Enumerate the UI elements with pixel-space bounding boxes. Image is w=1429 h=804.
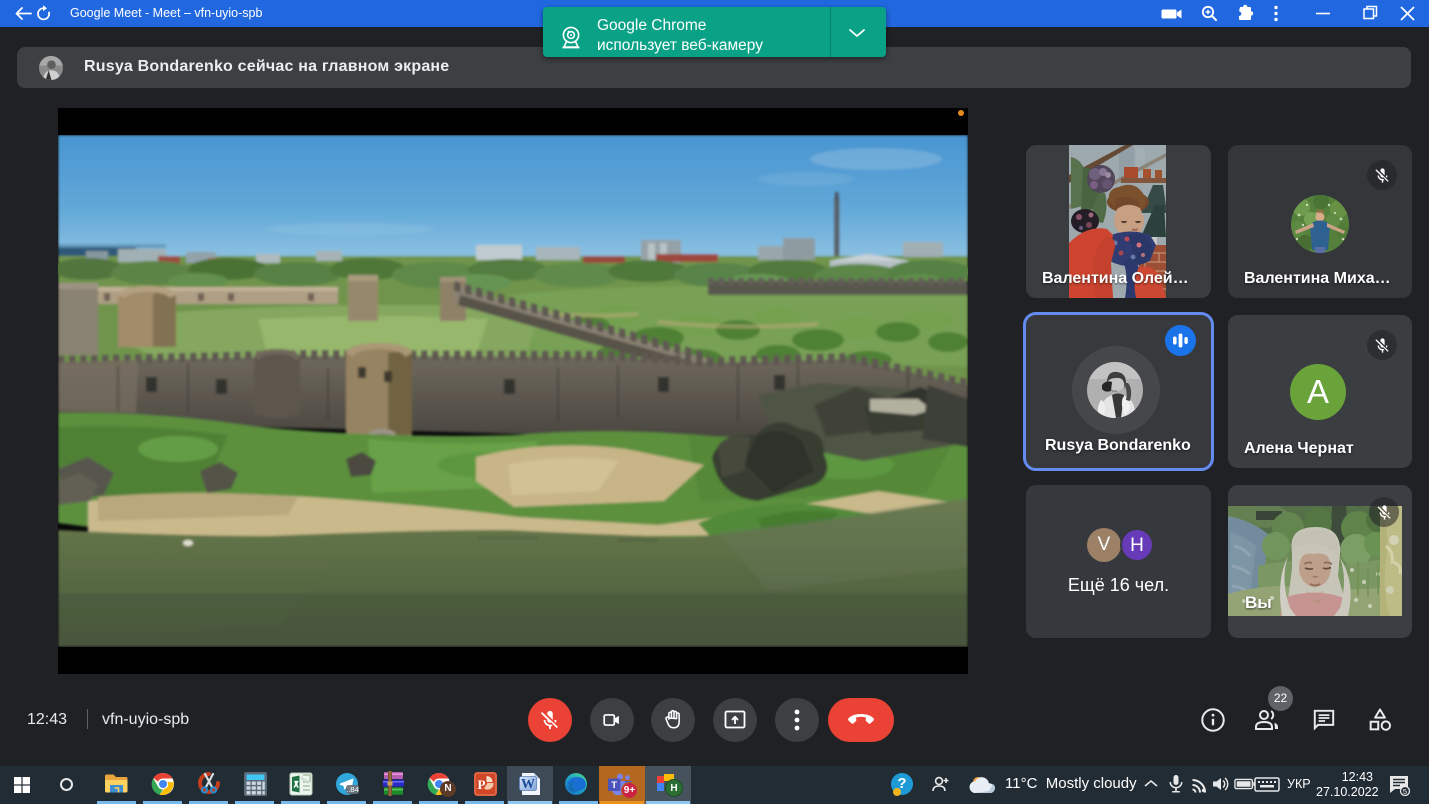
svg-text:P: P <box>478 777 486 792</box>
svg-text:W: W <box>521 777 535 792</box>
svg-text:5: 5 <box>1403 787 1407 796</box>
svg-text:..84: ..84 <box>346 785 359 794</box>
svg-text:T: T <box>611 780 617 791</box>
